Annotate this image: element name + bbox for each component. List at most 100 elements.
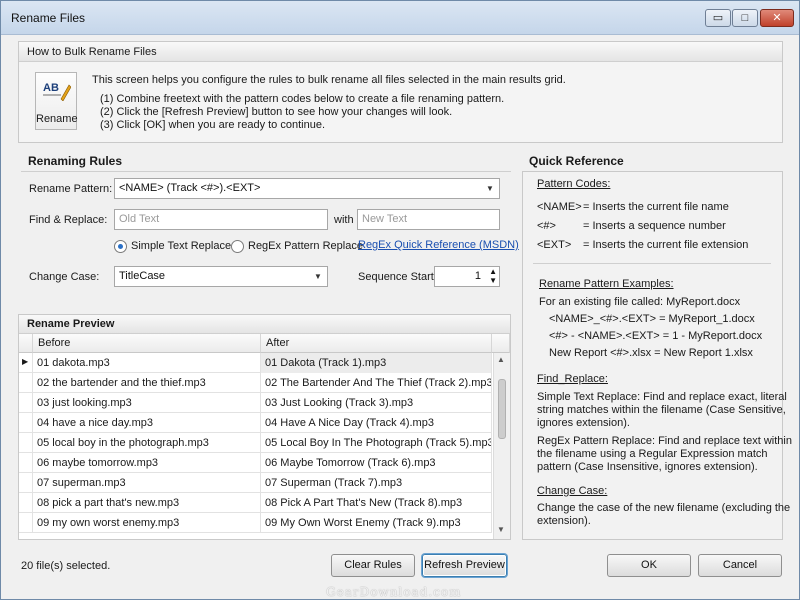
quick-reference-header: Quick Reference (529, 154, 624, 168)
change-case-value: TitleCase (119, 270, 166, 282)
table-row[interactable]: 08 pick a part that's new.mp3 08 Pick A … (19, 493, 492, 513)
row-indicator (19, 513, 33, 533)
table-row[interactable]: 05 local boy in the photograph.mp3 05 Lo… (19, 433, 492, 453)
table-row[interactable]: 03 just looking.mp3 03 Just Looking (Tra… (19, 393, 492, 413)
cell-after: 01 Dakota (Track 1).mp3 (261, 353, 492, 373)
pattern-codes-title: Pattern Codes: (537, 178, 611, 190)
examples-intro: For an existing file called: MyReport.do… (539, 296, 741, 308)
rename-preview-panel: Rename Preview Before After ▶ 01 dakota.… (18, 314, 511, 540)
find-regex-line-3: pattern (Case Insensitive, ignores exten… (537, 461, 758, 473)
simple-replace-label[interactable]: Simple Text Replace (131, 240, 231, 252)
old-text-input[interactable]: Old Text (114, 209, 328, 230)
with-label: with (334, 214, 354, 226)
scrollbar-thumb[interactable] (498, 379, 506, 439)
howto-intro: This screen helps you configure the rule… (92, 74, 566, 86)
refresh-preview-button[interactable]: Refresh Preview (422, 554, 507, 577)
renaming-rules-header: Renaming Rules (28, 154, 123, 168)
row-indicator (19, 493, 33, 513)
scroll-up-icon[interactable]: ▲ (497, 355, 505, 364)
code-seq: <#> (537, 220, 556, 232)
row-indicator (19, 453, 33, 473)
maximize-button[interactable]: □ (732, 9, 758, 27)
sequence-start-label: Sequence Start: (358, 271, 437, 283)
selection-status: 20 file(s) selected. (21, 560, 111, 572)
column-before[interactable]: Before (33, 334, 261, 353)
cell-before: 05 local boy in the photograph.mp3 (33, 433, 261, 453)
regex-replace-radio[interactable] (231, 240, 244, 253)
spin-down-icon[interactable]: ▼ (489, 276, 497, 285)
chevron-down-icon[interactable]: ▼ (484, 182, 496, 195)
cell-before: 06 maybe tomorrow.mp3 (33, 453, 261, 473)
simple-replace-radio[interactable] (114, 240, 127, 253)
cell-after: 07 Superman (Track 7).mp3 (261, 473, 492, 493)
cell-before: 09 my own worst enemy.mp3 (33, 513, 261, 533)
table-row[interactable]: 07 superman.mp3 07 Superman (Track 7).mp… (19, 473, 492, 493)
preview-rows: ▶ 01 dakota.mp3 01 Dakota (Track 1).mp3 … (19, 353, 492, 539)
cell-before: 08 pick a part that's new.mp3 (33, 493, 261, 513)
howto-header: How to Bulk Rename Files (19, 42, 782, 62)
row-indicator (19, 413, 33, 433)
new-text-input[interactable]: New Text (357, 209, 500, 230)
cell-after: 05 Local Boy In The Photograph (Track 5)… (261, 433, 492, 453)
change-case-desc-2: extension). (537, 515, 591, 527)
code-name: <NAME> (537, 201, 582, 213)
rename-pattern-combo[interactable]: <NAME> (Track <#>).<EXT> ▼ (114, 178, 500, 199)
row-indicator-header (19, 334, 33, 353)
change-case-title: Change Case: (537, 485, 608, 497)
rename-pattern-value: <NAME> (Track <#>).<EXT> (119, 182, 261, 194)
rename-icon-glyph: AB (43, 82, 59, 94)
cell-after: 03 Just Looking (Track 3).mp3 (261, 393, 492, 413)
clear-rules-button[interactable]: Clear Rules (331, 554, 415, 577)
chevron-down-icon[interactable]: ▼ (312, 270, 324, 283)
minimize-button[interactable]: ▭ (705, 9, 731, 27)
cancel-button[interactable]: Cancel (698, 554, 782, 577)
find-simple-line-2: string matches within the filename (Case… (537, 404, 786, 416)
preview-scrollbar[interactable]: ▲ ▼ (493, 353, 510, 539)
find-regex-line-2: the filename using a Regular Expression … (537, 448, 768, 460)
spin-up-icon[interactable]: ▲ (489, 267, 497, 276)
window-title: Rename Files (11, 11, 86, 25)
cell-after: 08 Pick A Part That's New (Track 8).mp3 (261, 493, 492, 513)
ok-button[interactable]: OK (607, 554, 691, 577)
examples-title: Rename Pattern Examples: (539, 278, 674, 290)
code-ext: <EXT> (537, 239, 572, 251)
close-button[interactable]: ✕ (760, 9, 794, 27)
rename-pattern-label: Rename Pattern: (29, 183, 113, 195)
rename-icon-button: AB Rename (35, 72, 78, 130)
row-indicator (19, 373, 33, 393)
table-row[interactable]: 06 maybe tomorrow.mp3 06 Maybe Tomorrow … (19, 453, 492, 473)
ref-divider (533, 263, 771, 264)
row-indicator (19, 393, 33, 413)
change-case-combo[interactable]: TitleCase ▼ (114, 266, 328, 287)
column-after[interactable]: After (261, 334, 492, 353)
sequence-start-value: 1 (474, 270, 481, 282)
example-3: New Report <#>.xlsx = New Report 1.xlsx (549, 347, 753, 359)
find-simple-line-3: ignores extension). (537, 417, 630, 429)
regex-replace-label[interactable]: RegEx Pattern Replace (248, 240, 363, 252)
cell-before: 02 the bartender and the thief.mp3 (33, 373, 261, 393)
regex-reference-link[interactable]: RegEx Quick Reference (MSDN) (358, 239, 519, 251)
table-row[interactable]: ▶ 01 dakota.mp3 01 Dakota (Track 1).mp3 (19, 353, 492, 373)
table-row[interactable]: 02 the bartender and the thief.mp3 02 Th… (19, 373, 492, 393)
cell-before: 03 just looking.mp3 (33, 393, 261, 413)
table-row[interactable]: 04 have a nice day.mp3 04 Have A Nice Da… (19, 413, 492, 433)
change-case-desc-1: Change the case of the new filename (exc… (537, 502, 791, 514)
row-indicator (19, 433, 33, 453)
cell-before: 07 superman.mp3 (33, 473, 261, 493)
code-ext-desc: = Inserts the current file extension (583, 239, 749, 251)
find-regex-line-1: RegEx Pattern Replace: Find and replace … (537, 435, 792, 447)
cell-before: 01 dakota.mp3 (33, 353, 261, 373)
scroll-down-icon[interactable]: ▼ (497, 525, 505, 534)
code-seq-desc: = Inserts a sequence number (583, 220, 726, 232)
rename-preview-header: Rename Preview (19, 315, 510, 334)
code-name-desc: = Inserts the current file name (583, 201, 729, 213)
sequence-start-stepper[interactable]: 1 ▲ ▼ (434, 266, 500, 287)
rename-icon: AB (41, 77, 72, 102)
cell-after: 02 The Bartender And The Thief (Track 2)… (261, 373, 492, 393)
cell-after: 04 Have A Nice Day (Track 4).mp3 (261, 413, 492, 433)
cell-after: 09 My Own Worst Enemy (Track 9).mp3 (261, 513, 492, 533)
table-row[interactable]: 09 my own worst enemy.mp3 09 My Own Wors… (19, 513, 492, 533)
find-replace-title: Find_Replace: (537, 373, 608, 385)
howto-step-3: (3) Click [OK] when you are ready to con… (100, 119, 325, 131)
howto-panel: How to Bulk Rename Files AB Rename This … (18, 41, 783, 143)
